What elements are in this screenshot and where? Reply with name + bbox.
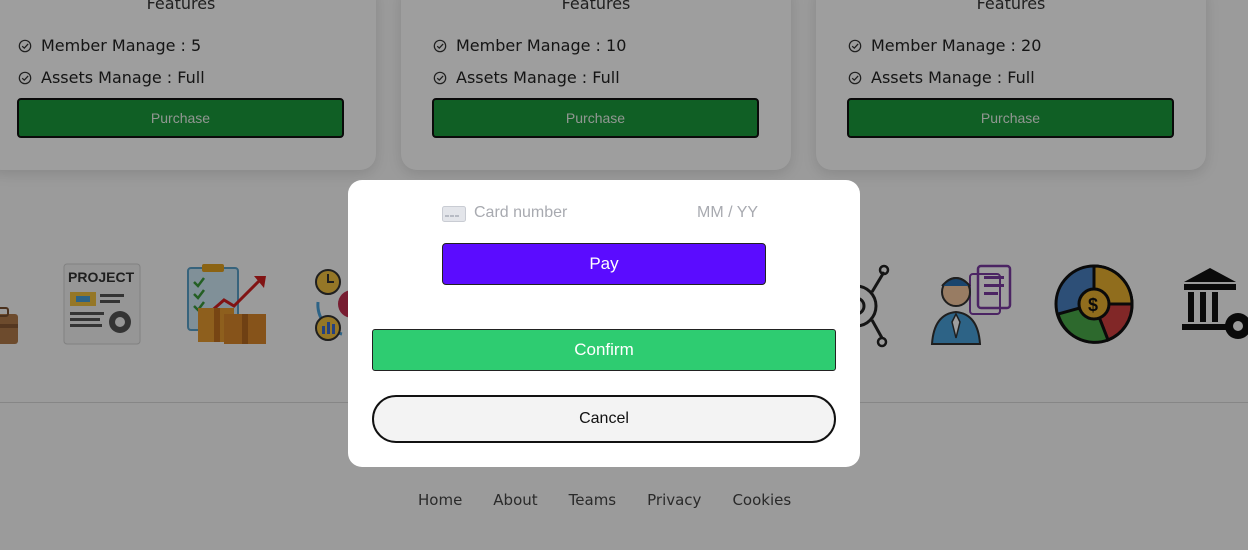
credit-card-icon [442,206,466,222]
card-expiry-input[interactable]: MM / YY [697,204,758,222]
cancel-button[interactable]: Cancel [372,395,836,443]
card-number-input[interactable]: Card number [474,204,567,222]
confirm-button[interactable]: Confirm [372,329,836,371]
card-element[interactable]: Card number MM / YY [442,202,772,226]
pay-button[interactable]: Pay [442,243,766,285]
payment-modal: Card number MM / YY Pay Confirm Cancel [348,180,860,467]
